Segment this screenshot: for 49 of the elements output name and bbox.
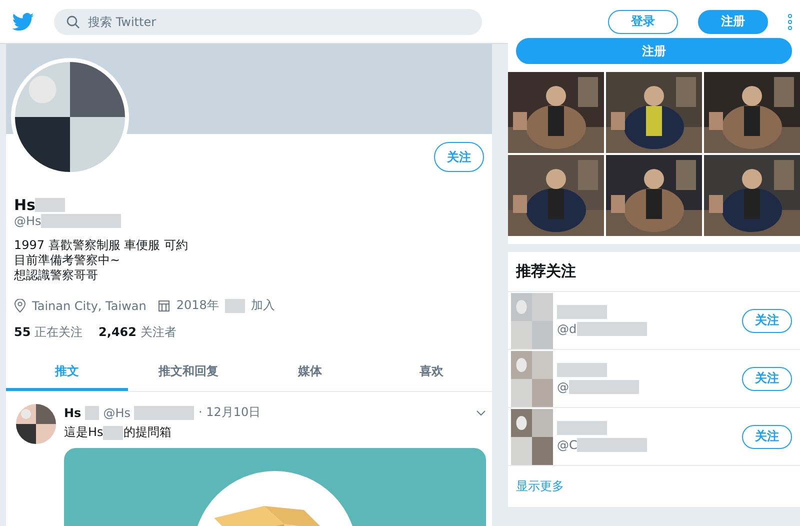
tweet-author: Hs <box>64 406 82 420</box>
redaction-block <box>557 421 607 435</box>
caret-icon[interactable] <box>476 410 486 416</box>
bird-logo-icon[interactable] <box>12 12 34 30</box>
more-icon[interactable] <box>788 14 792 30</box>
search-field[interactable]: 搜索 Twitter <box>54 8 482 34</box>
profile-tab[interactable]: 推文 <box>6 355 128 391</box>
bio-line: 1997 喜歡警察制服 車便服 可約 <box>14 238 189 253</box>
user-handle: @d <box>557 322 577 336</box>
follow-button[interactable]: 关注 <box>742 424 792 448</box>
redaction-block <box>35 198 66 212</box>
followers-link[interactable]: 2,462 关注者 <box>98 324 176 341</box>
show-more-link[interactable]: 显示更多 <box>508 466 800 507</box>
section-title: 推荐关注 <box>508 252 800 292</box>
bio-line: 目前準備考警察中~ <box>14 253 122 268</box>
follow-button[interactable]: 关注 <box>434 142 484 172</box>
login-button[interactable]: 登录 <box>608 10 678 34</box>
redaction-block <box>557 305 607 319</box>
tweet-text: 的提問箱 <box>123 425 172 440</box>
redaction-block <box>576 322 647 336</box>
signup-button[interactable]: 注册 <box>698 10 768 34</box>
following-link[interactable]: 55 正在关注 <box>14 324 83 341</box>
calendar-icon <box>158 300 170 312</box>
tweet-text: 這是Hs <box>64 425 104 440</box>
bio-line: 想認識警察哥哥 <box>14 268 99 283</box>
redaction-block <box>85 406 100 420</box>
redaction-block <box>224 298 245 312</box>
joined-label: 加入 <box>250 297 275 314</box>
profile-tab[interactable]: 推文和回复 <box>128 355 249 391</box>
user-handle: @C <box>557 438 578 452</box>
search-icon <box>66 14 80 28</box>
follow-button[interactable]: 关注 <box>742 308 792 332</box>
redaction-block <box>134 406 194 420</box>
joined-date: 2018年 <box>176 297 219 314</box>
redaction-block <box>103 426 124 440</box>
profile-tab[interactable]: 媒体 <box>249 355 370 391</box>
location-pin-icon <box>14 298 26 312</box>
profile-handle: @Hs <box>14 214 42 228</box>
follow-button[interactable]: 关注 <box>742 366 792 390</box>
location-text: Tainan City, Taiwan <box>32 298 146 312</box>
tweet-handle: @Hs <box>103 406 130 420</box>
redaction-block <box>557 363 607 377</box>
user-handle: @ <box>557 380 569 394</box>
redaction-block <box>577 438 648 452</box>
redaction-block <box>569 380 639 394</box>
signup-button[interactable]: 注册 <box>516 38 792 64</box>
profile-name: Hs <box>14 196 36 214</box>
profile-tab[interactable]: 喜欢 <box>370 355 492 391</box>
tweet-date: · 12月10日 <box>198 404 261 421</box>
